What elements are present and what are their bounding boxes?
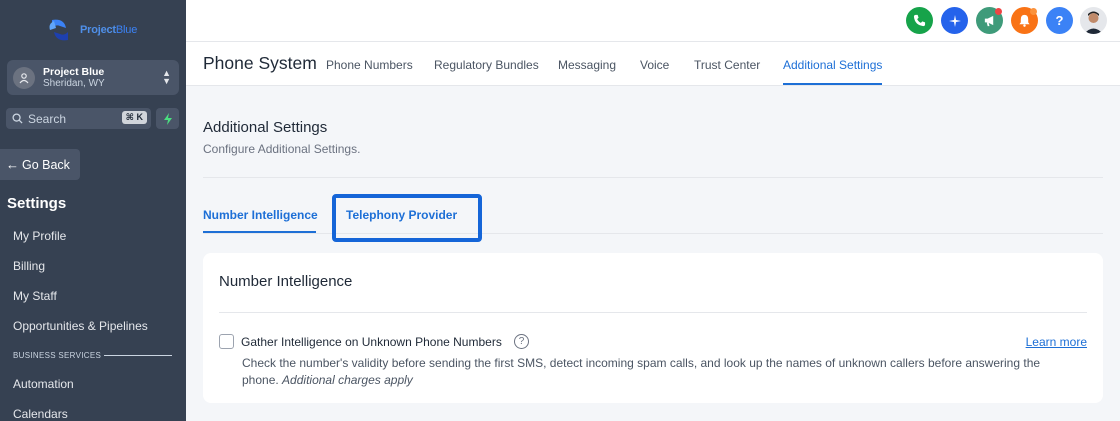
number-intelligence-card: Number Intelligence Gather Intelligence … [203, 253, 1103, 403]
settings-heading: Settings [7, 195, 67, 212]
sidebar-item-calendars[interactable]: Calendars [13, 407, 68, 421]
quick-action-button[interactable] [156, 108, 179, 129]
active-tab-indicator [783, 83, 882, 85]
search-icon [12, 113, 23, 124]
go-back-button[interactable]: ← Go Back [0, 149, 80, 180]
go-back-label: Go Back [22, 157, 70, 172]
sparkle-icon[interactable] [941, 7, 968, 34]
phone-icon[interactable] [906, 7, 933, 34]
sidebar-item-billing[interactable]: Billing [13, 259, 45, 273]
section-title: Additional Settings [203, 119, 328, 136]
chevron-updown-icon: ▲ ▼ [162, 68, 171, 86]
avatar[interactable] [1080, 7, 1107, 34]
tab-number-intelligence[interactable]: Number Intelligence [203, 208, 318, 222]
option-description: Check the number's validity before sendi… [242, 355, 1072, 389]
sidebar-item-automation[interactable]: Automation [13, 377, 74, 391]
charges-note: Additional charges apply [282, 373, 413, 387]
bell-icon[interactable] [1011, 7, 1038, 34]
account-name: Project Blue [43, 65, 105, 78]
divider [203, 177, 1103, 178]
sidebar-item-my-staff[interactable]: My Staff [13, 289, 57, 303]
account-location: Sheridan, WY [43, 77, 105, 89]
page-title: Phone System [203, 53, 317, 73]
tab-voice[interactable]: Voice [640, 58, 669, 72]
section-divider [104, 355, 172, 356]
search-placeholder: Search [28, 111, 67, 126]
section-label-business-services: BUSINESS SERVICES [13, 351, 102, 360]
notification-dot [1030, 8, 1037, 15]
logo-text: ProjectBlue [80, 24, 138, 36]
tab-regulatory-bundles[interactable]: Regulatory Bundles [434, 58, 539, 72]
learn-more-link[interactable]: Learn more [1026, 335, 1087, 349]
card-divider [219, 312, 1087, 313]
tab-messaging[interactable]: Messaging [558, 58, 616, 72]
arrow-left-icon: ← [6, 157, 19, 172]
bolt-icon [163, 112, 172, 125]
location-avatar-icon [13, 66, 35, 89]
tab-phone-numbers[interactable]: Phone Numbers [326, 58, 413, 72]
sidebar-item-opportunities[interactable]: Opportunities & Pipelines [13, 319, 148, 333]
gather-intelligence-checkbox[interactable] [219, 334, 234, 349]
phone-system-nav: Phone System Phone Numbers Regulatory Bu… [186, 42, 1120, 86]
tab-trust-center[interactable]: Trust Center [694, 58, 760, 72]
search-shortcut: ⌘ K [121, 111, 147, 124]
tab-additional-settings[interactable]: Additional Settings [783, 58, 882, 72]
sidebar: ProjectBlue Project Blue Sheridan, WY ▲ ▼… [0, 0, 186, 421]
search-input[interactable]: Search ⌘ K [6, 108, 151, 129]
megaphone-icon[interactable] [976, 7, 1003, 34]
card-title: Number Intelligence [219, 273, 353, 290]
telephony-provider-highlight [332, 194, 482, 242]
help-icon[interactable]: ? [1046, 7, 1073, 34]
sidebar-item-my-profile[interactable]: My Profile [13, 229, 66, 243]
top-bar: ? [186, 0, 1120, 42]
gather-intelligence-label: Gather Intelligence on Unknown Phone Num… [241, 335, 502, 349]
section-subtitle: Configure Additional Settings. [203, 142, 361, 156]
notification-dot [995, 8, 1002, 15]
logo-mark-icon [49, 19, 68, 41]
logo[interactable]: ProjectBlue [44, 14, 137, 46]
account-switcher[interactable]: Project Blue Sheridan, WY ▲ ▼ [7, 60, 179, 95]
question-icon[interactable]: ? [514, 334, 529, 349]
